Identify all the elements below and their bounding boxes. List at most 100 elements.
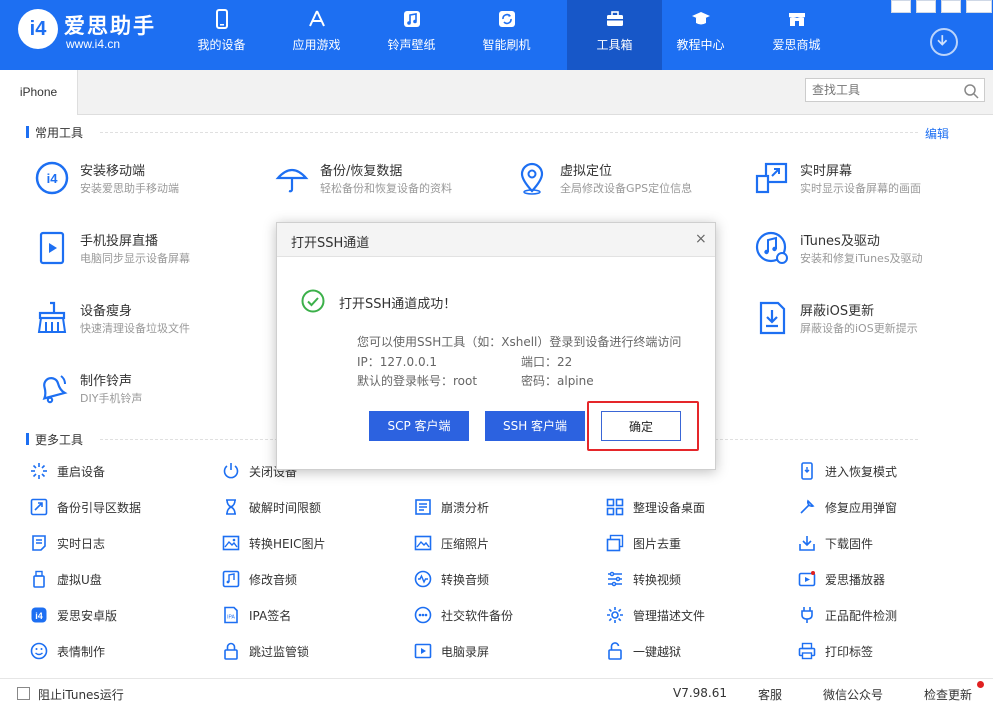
i4-install-icon: i4 [35,161,69,195]
top-header: i4 爱思助手 www.i4.cn 我的设备 应用游戏 铃声壁纸 智能刷机 工具… [0,0,993,70]
scp-client-button[interactable]: SCP 客户端 [369,411,469,441]
bell-icon [42,375,68,404]
tool-make-ringtone[interactable]: 制作铃声 DIY手机铃声 [34,368,264,412]
nav-label: 教程中心 [676,38,725,52]
nav-tutorials[interactable]: 教程中心 [653,0,748,70]
tool-device-slim[interactable]: 设备瘦身 快速清理设备垃圾文件 [34,298,264,342]
nav-shop[interactable]: 爱思商城 [749,0,844,70]
tool-desc: 电脑同步显示设备屏幕 [80,252,190,265]
tool-desc: 安装和修复iTunes及驱动 [800,252,923,265]
tool-backup-restore[interactable]: 备份/恢复数据 轻松备份和恢复设备的资料 [274,158,504,202]
support-link[interactable]: 客服 [758,686,782,703]
check-update-link[interactable]: 检查更新 [924,686,972,703]
common-tools-section: 常用工具 [20,124,978,140]
tool-phone-cast[interactable]: 手机投屏直播 电脑同步显示设备屏幕 [34,228,264,272]
profile-manage-icon [607,607,623,623]
ssh-client-button[interactable]: SSH 客户端 [485,411,585,441]
tool-desc: 轻松备份和恢复设备的资料 [320,182,452,195]
nav-apps-games[interactable]: 应用游戏 [269,0,364,70]
search-icon[interactable] [963,83,979,99]
wechat-link[interactable]: 微信公众号 [823,686,883,703]
nav-toolbox[interactable]: 工具箱 [567,0,662,70]
tool-label: 修改音频 [249,573,298,587]
block-itunes-checkbox[interactable] [17,687,30,700]
brand-domain: www.i4.cn [66,37,121,51]
tool-label: 爱思安卓版 [57,609,118,623]
tool-label: 下载固件 [825,537,874,551]
success-message: 打开SSH通道成功！ [339,297,457,312]
download-icon[interactable] [930,28,958,56]
crash-analysis-icon [415,499,431,515]
lock-skip-icon [224,642,238,660]
svg-text:i4: i4 [35,611,43,621]
nav-label: 应用游戏 [292,38,341,52]
tool-label: 一键越狱 [633,645,682,659]
window-minimize-button[interactable] [916,0,936,13]
version-label: V7.98.61 [673,686,728,700]
nav-smart-flash[interactable]: 智能刷机 [459,0,554,70]
success-check-icon [301,289,325,313]
svg-text:i4: i4 [47,171,59,186]
tool-block-ios-update[interactable]: 屏蔽iOS更新 屏蔽设备的iOS更新提示 [754,298,984,342]
section-title: 常用工具 [35,126,84,140]
block-itunes-label[interactable]: 阻止iTunes运行 [38,686,124,703]
tool-search[interactable] [805,78,985,102]
refresh-icon [498,11,515,27]
hourglass-icon [226,499,236,515]
tool-label: 社交软件备份 [441,609,514,623]
tool-desc: DIY手机铃声 [80,392,143,405]
nav-label: 智能刷机 [482,38,531,52]
tool-install-mobile[interactable]: i4 安装移动端 安装爱思助手移动端 [34,158,264,202]
tool-itunes-driver[interactable]: iTunes及驱动 安装和修复iTunes及驱动 [754,228,984,272]
section-divider [100,132,918,133]
dedupe-photo-icon [606,534,624,552]
window-maximize-button[interactable] [941,0,961,13]
tool-name: 制作铃声 [80,374,133,389]
tool-desc: 安装爱思助手移动端 [80,182,179,195]
tab-bar: iPhone [0,70,993,115]
svg-text:IPA: IPA [227,615,235,621]
tool-virtual-location[interactable]: 虚拟定位 全局修改设备GPS定位信息 [514,158,744,202]
tool-realtime-screen[interactable]: 实时屏幕 实时显示设备屏幕的画面 [754,158,984,202]
tool-label: 进入恢复模式 [825,465,898,479]
nav-label: 工具箱 [596,38,633,52]
nav-label: 我的设备 [197,38,246,52]
app-store-icon [308,10,325,27]
section-title: 更多工具 [35,433,84,447]
dialog-close-button[interactable]: × [695,231,707,247]
phone-cast-icon [39,231,65,265]
print-label-icon [798,642,816,660]
jailbreak-icon [608,642,622,660]
tool-desc: 全局修改设备GPS定位信息 [560,182,693,195]
search-input[interactable] [806,79,956,101]
edit-audio-icon [222,570,240,588]
tool-desc: 实时显示设备屏幕的画面 [800,182,921,195]
tool-name: 实时屏幕 [800,164,853,179]
convert-video-icon [608,571,622,587]
usb-drive-icon [33,570,45,588]
tool-label: IPA签名 [249,609,292,623]
ssh-password: 密码：alpine [521,374,594,388]
screen-mirror-icon [755,162,788,194]
broom-icon [37,301,67,333]
tab-iphone[interactable]: iPhone [0,70,78,115]
section-marker [26,433,29,445]
window-close-button[interactable] [966,0,992,13]
edit-link[interactable]: 编辑 [925,125,949,142]
log-icon [32,535,46,551]
status-bar: 阻止iTunes运行 V7.98.61 客服 微信公众号 检查更新 [0,678,993,706]
window-menu-button[interactable] [891,0,911,13]
tool-name: 手机投屏直播 [80,234,159,249]
shop-icon [788,13,805,26]
dialog-header: 打开SSH通道 × [277,223,715,257]
nav-my-device[interactable]: 我的设备 [174,0,269,70]
tool-desc: 屏蔽设备的iOS更新提示 [800,322,918,335]
tool-label: 电脑录屏 [441,645,490,659]
tool-label: 爱思播放器 [825,573,886,587]
player-icon [798,571,816,587]
tool-label: 跳过监管锁 [249,645,310,659]
nav-ringtones-wallpapers[interactable]: 铃声壁纸 [364,0,459,70]
firmware-download-icon [799,536,815,551]
app-logo: i4 [18,9,58,49]
tool-label: 打印标签 [825,645,874,659]
